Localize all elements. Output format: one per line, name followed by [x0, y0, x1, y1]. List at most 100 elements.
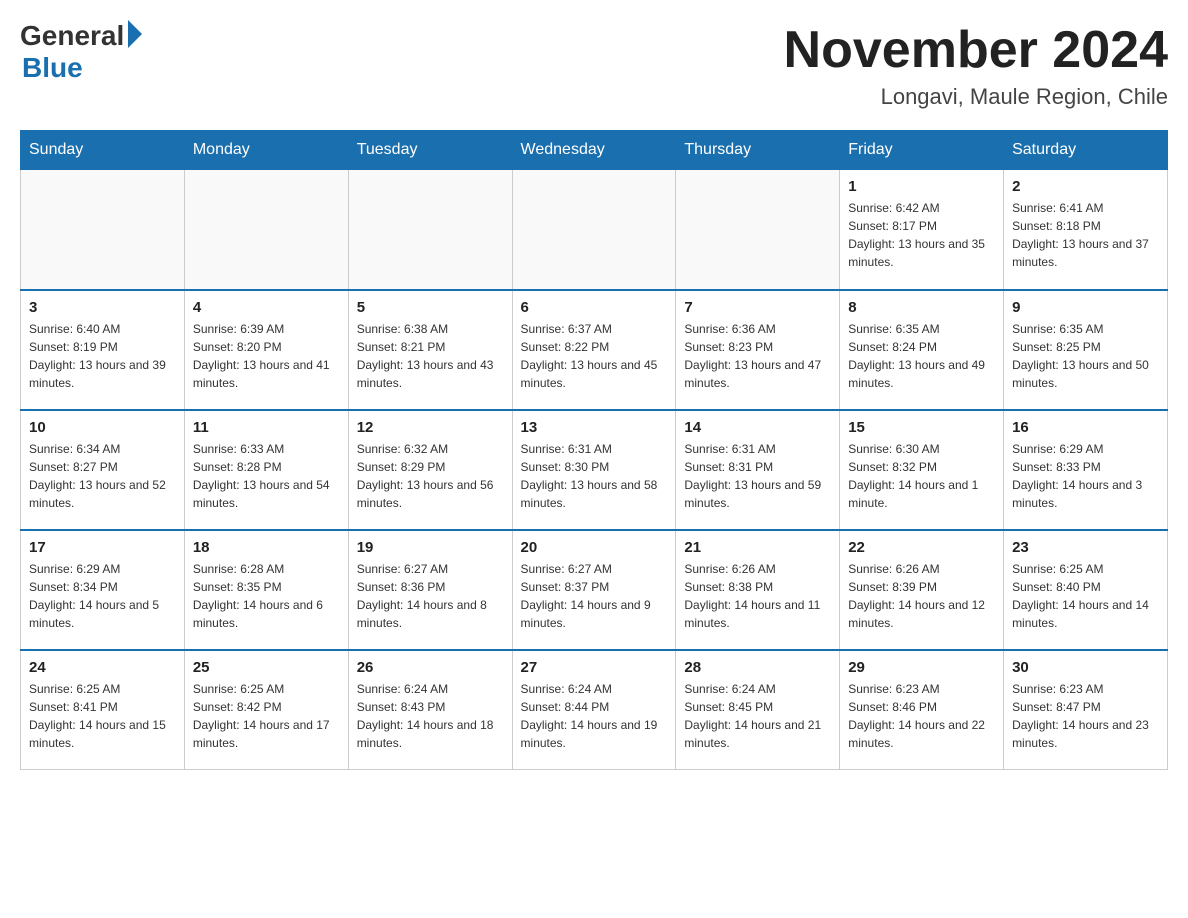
calendar-day-cell: [21, 170, 185, 290]
day-number: 1: [848, 178, 995, 195]
calendar-day-cell: 4 Sunrise: 6:39 AMSunset: 8:20 PMDaylight…: [184, 290, 348, 410]
calendar-day-cell: 17 Sunrise: 6:29 AMSunset: 8:34 PMDayligh…: [21, 530, 185, 650]
day-info: Sunrise: 6:26 AMSunset: 8:38 PMDaylight:…: [684, 560, 831, 632]
calendar-day-cell: 6 Sunrise: 6:37 AMSunset: 8:22 PMDaylight…: [512, 290, 676, 410]
day-number: 30: [1012, 659, 1159, 676]
day-number: 9: [1012, 299, 1159, 316]
day-info: Sunrise: 6:41 AMSunset: 8:18 PMDaylight:…: [1012, 199, 1159, 271]
day-number: 27: [521, 659, 668, 676]
calendar-day-cell: 20Sunrise: 6:27 AMSunset: 8:37 PMDayligh…: [512, 530, 676, 650]
day-number: 26: [357, 659, 504, 676]
day-info: Sunrise: 6:26 AMSunset: 8:39 PMDaylight:…: [848, 560, 995, 632]
day-info: Sunrise: 6:39 AMSunset: 8:20 PMDaylight:…: [193, 320, 340, 392]
day-info: Sunrise: 6:31 AMSunset: 8:30 PMDaylight:…: [521, 440, 668, 512]
day-info: Sunrise: 6:27 AMSunset: 8:36 PMDaylight:…: [357, 560, 504, 632]
day-number: 16: [1012, 419, 1159, 436]
day-info: Sunrise: 6:32 AMSunset: 8:29 PMDaylight:…: [357, 440, 504, 512]
location-text: Longavi, Maule Region, Chile: [784, 84, 1168, 110]
calendar-day-cell: 3 Sunrise: 6:40 AMSunset: 8:19 PMDaylight…: [21, 290, 185, 410]
calendar-day-cell: [512, 170, 676, 290]
day-info: Sunrise: 6:35 AMSunset: 8:25 PMDaylight:…: [1012, 320, 1159, 392]
logo-arrow-icon: [128, 20, 142, 48]
day-number: 25: [193, 659, 340, 676]
day-info: Sunrise: 6:33 AMSunset: 8:28 PMDaylight:…: [193, 440, 340, 512]
day-number: 11: [193, 419, 340, 436]
day-info: Sunrise: 6:23 AMSunset: 8:47 PMDaylight:…: [1012, 680, 1159, 752]
logo-blue-text: Blue: [22, 52, 83, 84]
calendar-day-cell: 8Sunrise: 6:35 AMSunset: 8:24 PMDaylight…: [840, 290, 1004, 410]
day-number: 3: [29, 299, 176, 316]
calendar-day-cell: 9 Sunrise: 6:35 AMSunset: 8:25 PMDaylight…: [1004, 290, 1168, 410]
day-info: Sunrise: 6:25 AMSunset: 8:41 PMDaylight:…: [29, 680, 176, 752]
day-of-week-header: Saturday: [1004, 131, 1168, 170]
calendar-day-cell: 15 Sunrise: 6:30 AMSunset: 8:32 PMDayligh…: [840, 410, 1004, 530]
day-info: Sunrise: 6:25 AMSunset: 8:40 PMDaylight:…: [1012, 560, 1159, 632]
day-number: 21: [684, 539, 831, 556]
day-number: 15: [848, 419, 995, 436]
calendar-day-cell: 12Sunrise: 6:32 AMSunset: 8:29 PMDayligh…: [348, 410, 512, 530]
calendar-day-cell: 26Sunrise: 6:24 AMSunset: 8:43 PMDayligh…: [348, 650, 512, 770]
calendar-week-row: 3 Sunrise: 6:40 AMSunset: 8:19 PMDaylight…: [21, 290, 1168, 410]
day-number: 28: [684, 659, 831, 676]
day-number: 6: [521, 299, 668, 316]
title-section: November 2024 Longavi, Maule Region, Chi…: [784, 20, 1168, 110]
calendar-day-cell: 2 Sunrise: 6:41 AMSunset: 8:18 PMDaylight…: [1004, 170, 1168, 290]
calendar-day-cell: 30 Sunrise: 6:23 AMSunset: 8:47 PMDayligh…: [1004, 650, 1168, 770]
day-number: 18: [193, 539, 340, 556]
day-info: Sunrise: 6:40 AMSunset: 8:19 PMDaylight:…: [29, 320, 176, 392]
day-info: Sunrise: 6:34 AMSunset: 8:27 PMDaylight:…: [29, 440, 176, 512]
calendar-day-cell: 25 Sunrise: 6:25 AMSunset: 8:42 PMDayligh…: [184, 650, 348, 770]
day-info: Sunrise: 6:29 AMSunset: 8:34 PMDaylight:…: [29, 560, 176, 632]
calendar-day-cell: 7Sunrise: 6:36 AMSunset: 8:23 PMDaylight…: [676, 290, 840, 410]
day-number: 14: [684, 419, 831, 436]
calendar-day-cell: 11 Sunrise: 6:33 AMSunset: 8:28 PMDayligh…: [184, 410, 348, 530]
calendar-day-cell: 29 Sunrise: 6:23 AMSunset: 8:46 PMDayligh…: [840, 650, 1004, 770]
calendar-table: SundayMondayTuesdayWednesdayThursdayFrid…: [20, 130, 1168, 770]
day-of-week-header: Monday: [184, 131, 348, 170]
day-info: Sunrise: 6:30 AMSunset: 8:32 PMDaylight:…: [848, 440, 995, 512]
calendar-week-row: 1Sunrise: 6:42 AMSunset: 8:17 PMDaylight…: [21, 170, 1168, 290]
calendar-week-row: 17 Sunrise: 6:29 AMSunset: 8:34 PMDayligh…: [21, 530, 1168, 650]
logo: General Blue: [20, 20, 142, 84]
calendar-day-cell: 14 Sunrise: 6:31 AMSunset: 8:31 PMDayligh…: [676, 410, 840, 530]
day-info: Sunrise: 6:25 AMSunset: 8:42 PMDaylight:…: [193, 680, 340, 752]
day-info: Sunrise: 6:36 AMSunset: 8:23 PMDaylight:…: [684, 320, 831, 392]
calendar-day-cell: [348, 170, 512, 290]
day-info: Sunrise: 6:31 AMSunset: 8:31 PMDaylight:…: [684, 440, 831, 512]
day-number: 29: [848, 659, 995, 676]
day-info: Sunrise: 6:24 AMSunset: 8:45 PMDaylight:…: [684, 680, 831, 752]
day-of-week-header: Wednesday: [512, 131, 676, 170]
day-number: 2: [1012, 178, 1159, 195]
day-number: 22: [848, 539, 995, 556]
month-title: November 2024: [784, 20, 1168, 80]
day-number: 17: [29, 539, 176, 556]
calendar-day-cell: 19Sunrise: 6:27 AMSunset: 8:36 PMDayligh…: [348, 530, 512, 650]
calendar-day-cell: 21 Sunrise: 6:26 AMSunset: 8:38 PMDayligh…: [676, 530, 840, 650]
calendar-day-cell: 27 Sunrise: 6:24 AMSunset: 8:44 PMDayligh…: [512, 650, 676, 770]
day-number: 23: [1012, 539, 1159, 556]
calendar-header-row: SundayMondayTuesdayWednesdayThursdayFrid…: [21, 131, 1168, 170]
calendar-week-row: 10Sunrise: 6:34 AMSunset: 8:27 PMDayligh…: [21, 410, 1168, 530]
day-number: 4: [193, 299, 340, 316]
day-info: Sunrise: 6:23 AMSunset: 8:46 PMDaylight:…: [848, 680, 995, 752]
day-info: Sunrise: 6:37 AMSunset: 8:22 PMDaylight:…: [521, 320, 668, 392]
calendar-day-cell: 18 Sunrise: 6:28 AMSunset: 8:35 PMDayligh…: [184, 530, 348, 650]
day-number: 24: [29, 659, 176, 676]
calendar-day-cell: 13Sunrise: 6:31 AMSunset: 8:30 PMDayligh…: [512, 410, 676, 530]
page-header: General Blue November 2024 Longavi, Maul…: [20, 20, 1168, 110]
calendar-day-cell: 24 Sunrise: 6:25 AMSunset: 8:41 PMDayligh…: [21, 650, 185, 770]
day-info: Sunrise: 6:35 AMSunset: 8:24 PMDaylight:…: [848, 320, 995, 392]
calendar-day-cell: 1Sunrise: 6:42 AMSunset: 8:17 PMDaylight…: [840, 170, 1004, 290]
calendar-day-cell: [184, 170, 348, 290]
day-info: Sunrise: 6:27 AMSunset: 8:37 PMDaylight:…: [521, 560, 668, 632]
day-of-week-header: Thursday: [676, 131, 840, 170]
day-of-week-header: Sunday: [21, 131, 185, 170]
day-info: Sunrise: 6:24 AMSunset: 8:44 PMDaylight:…: [521, 680, 668, 752]
day-of-week-header: Tuesday: [348, 131, 512, 170]
day-info: Sunrise: 6:28 AMSunset: 8:35 PMDaylight:…: [193, 560, 340, 632]
calendar-day-cell: 16Sunrise: 6:29 AMSunset: 8:33 PMDayligh…: [1004, 410, 1168, 530]
calendar-week-row: 24 Sunrise: 6:25 AMSunset: 8:41 PMDayligh…: [21, 650, 1168, 770]
day-info: Sunrise: 6:38 AMSunset: 8:21 PMDaylight:…: [357, 320, 504, 392]
calendar-day-cell: 5 Sunrise: 6:38 AMSunset: 8:21 PMDaylight…: [348, 290, 512, 410]
day-number: 5: [357, 299, 504, 316]
